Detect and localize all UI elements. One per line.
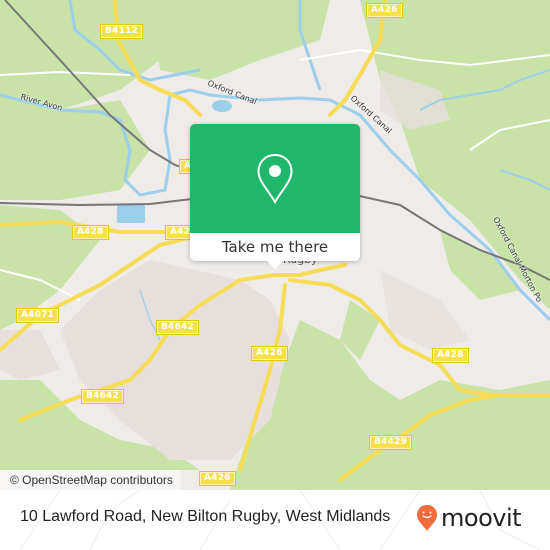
road-label: B4429 bbox=[370, 436, 411, 449]
road-label: A426 bbox=[367, 4, 402, 17]
road-label: A428 bbox=[433, 349, 468, 362]
moovit-pin-icon bbox=[417, 505, 437, 531]
take-me-there-button[interactable]: Take me there bbox=[190, 233, 360, 261]
road-label: A4071 bbox=[17, 309, 59, 322]
road-label: A428 bbox=[73, 226, 108, 239]
moovit-logo[interactable]: moovit bbox=[416, 504, 522, 532]
popup-pointer bbox=[267, 261, 283, 269]
footer: 10 Lawford Road, New Bilton Rugby, West … bbox=[0, 490, 550, 550]
road-label: B4642 bbox=[157, 321, 198, 334]
destination-popup: Take me there bbox=[190, 124, 360, 269]
road-label: B4642 bbox=[82, 390, 123, 403]
road-label: A426 bbox=[200, 472, 235, 485]
location-pin-icon bbox=[257, 153, 293, 204]
address-text: 10 Lawford Road, New Bilton Rugby, West … bbox=[20, 508, 391, 525]
map-attribution[interactable]: © OpenStreetMap contributors bbox=[0, 470, 181, 490]
brand-name: moovit bbox=[441, 504, 522, 532]
road-label: A426 bbox=[252, 347, 287, 360]
popup-header bbox=[190, 124, 360, 233]
road-label: B4112 bbox=[101, 25, 142, 38]
